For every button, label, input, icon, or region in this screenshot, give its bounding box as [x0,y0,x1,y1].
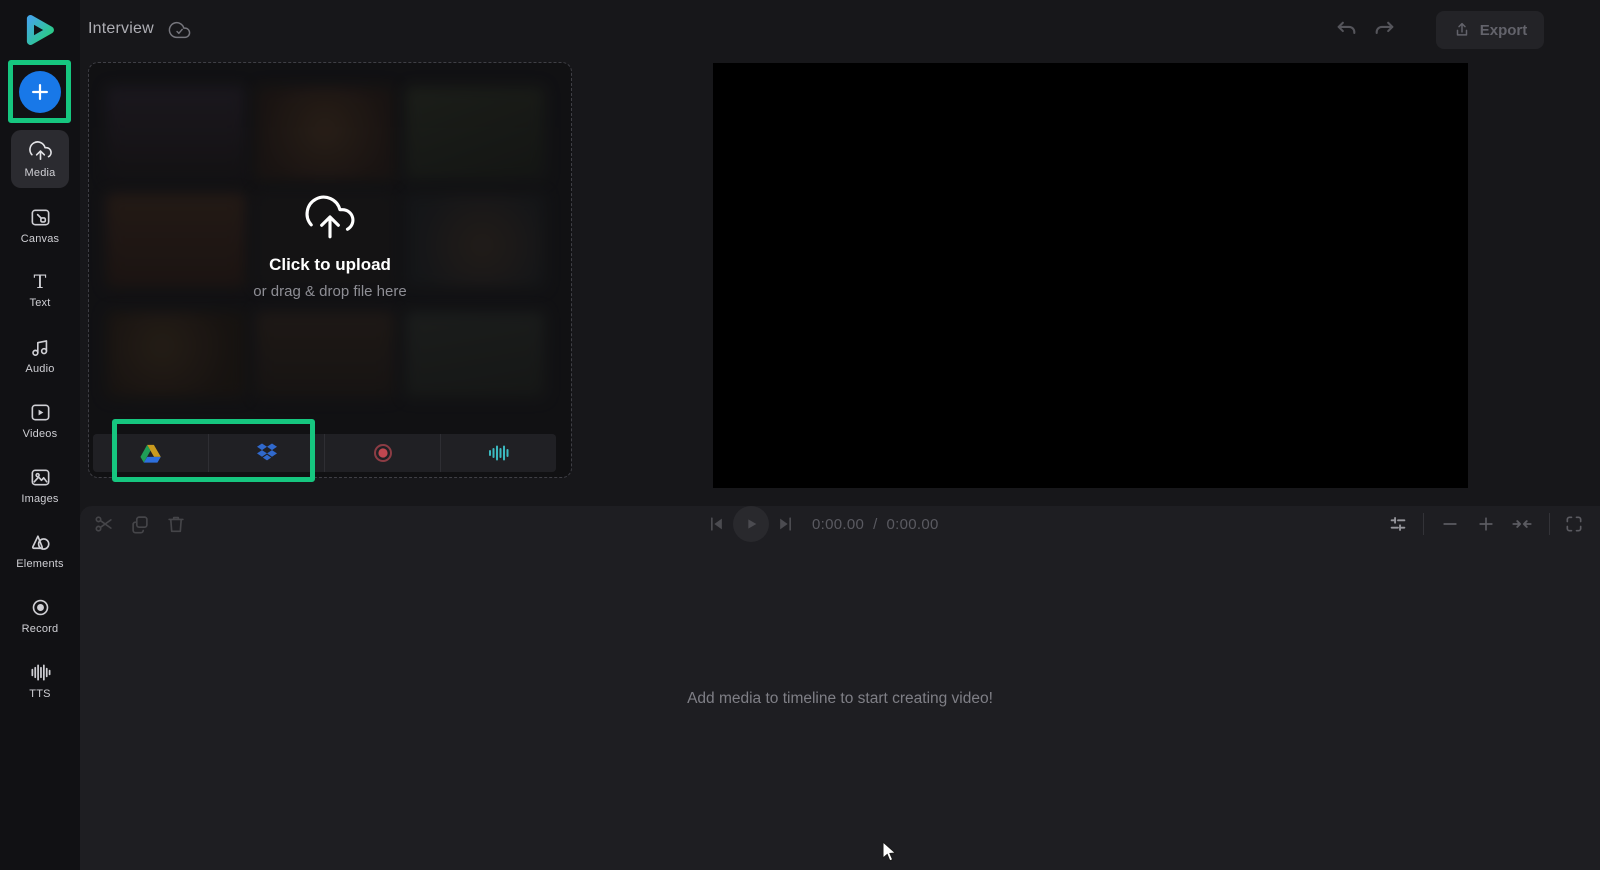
upload-icon [1456,22,1467,36]
split-scissors-icon [95,516,112,532]
video-icon [31,403,49,421]
shapes-icon [31,534,50,550]
trash-icon [168,516,184,533]
current-time: 0:00.00 [812,515,865,533]
zoom-in-icon [1479,517,1493,531]
image-icon [31,468,49,486]
google-drive-icon [140,444,161,463]
zoom-out-button[interactable] [1440,514,1460,534]
upload-title: Click to upload [269,255,391,274]
sidebar: Media Canvas T Text Audio Videos Images … [0,0,80,870]
app-logo-play-icon[interactable] [20,11,58,49]
timeline-settings-button[interactable] [1387,513,1409,535]
sidebar-item-audio[interactable]: Audio [0,326,80,384]
sidebar-item-label: Canvas [20,232,60,245]
divider [1549,513,1550,535]
sidebar-item-elements[interactable]: Elements [0,521,80,579]
sidebar-item-label: Videos [22,427,58,440]
sidebar-item-canvas[interactable]: Canvas [0,196,80,254]
google-drive-button[interactable] [93,434,208,472]
sidebar-item-label: Text [29,297,51,309]
sidebar-item-text[interactable]: T Text [0,261,80,319]
sidebar-item-videos[interactable]: Videos [0,391,80,449]
sidebar-item-label: Media [24,166,56,179]
skip-to-end-button[interactable] [776,514,796,534]
skip-to-end-icon [780,517,791,531]
upload-prompt: Click to upload or drag & drop file here [89,193,571,300]
plus-icon [31,83,48,100]
timeline-toolbar: 0:00.00 / 0:00.00 [80,506,1600,542]
record-icon [373,444,392,462]
redo-icon [1375,21,1394,34]
total-duration: 0:00.00 [886,515,939,533]
record-icon [32,599,48,615]
zoom-in-button[interactable] [1476,514,1496,534]
sidebar-item-label: TTS [29,687,51,700]
delete-button[interactable] [165,513,187,535]
timeline-zoom-controls [1387,506,1584,542]
undo-icon [1337,21,1356,34]
duplicate-button[interactable] [129,513,151,535]
sidebar-item-label: Images [21,492,59,505]
fullscreen-button[interactable] [1564,514,1584,534]
sidebar-item-tts[interactable]: TTS [0,651,80,709]
play-icon [748,519,757,529]
music-note-icon [31,339,47,356]
cloud-check-icon [168,21,191,39]
project-title[interactable]: Interview [88,20,154,38]
undo-button[interactable] [1334,17,1359,42]
cloud-upload-icon [305,195,355,239]
play-button[interactable] [733,506,769,542]
dropbox-icon [256,443,277,461]
transport-controls: 0:00.00 / 0:00.00 [706,506,939,542]
top-bar: Interview Export [80,0,1600,60]
dropbox-button[interactable] [208,434,324,472]
sidebar-item-media[interactable]: Media [11,130,69,188]
split-button[interactable] [93,513,115,535]
redo-button[interactable] [1372,17,1397,42]
video-preview-canvas [713,63,1468,488]
text-icon: T [33,271,47,293]
timeline-panel: 0:00.00 / 0:00.00 Add media to timeline … [80,506,1600,870]
waveform-icon [30,663,50,681]
fit-to-screen-button[interactable] [1511,513,1533,535]
fullscreen-icon [1566,516,1582,532]
text-to-speech-button[interactable] [440,434,556,472]
export-button[interactable]: Export [1436,11,1544,49]
duplicate-icon [132,516,148,534]
media-upload-panel[interactable]: Click to upload or drag & drop file here [88,62,572,478]
sidebar-item-images[interactable]: Images [0,456,80,514]
mouse-cursor [882,841,897,862]
record-camera-button[interactable] [324,434,440,472]
divider [1423,513,1424,535]
add-media-highlight-box [8,60,71,123]
skip-to-start-icon [711,517,722,531]
time-display: 0:00.00 / 0:00.00 [812,516,939,533]
sidebar-item-label: Elements [16,557,64,570]
fit-to-screen-icon [1512,520,1532,528]
skip-to-start-button[interactable] [706,514,726,534]
timeline-empty-message: Add media to timeline to start creating … [687,690,993,707]
zoom-out-icon [1443,523,1457,525]
text-to-speech-icon [488,445,508,461]
time-separator: / [864,515,887,533]
sidebar-item-record[interactable]: Record [0,586,80,644]
add-media-button[interactable] [18,70,61,113]
sidebar-item-label: Audio [25,362,55,375]
timeline-settings-icon [1390,517,1406,531]
upload-subtitle: or drag & drop file here [253,283,407,300]
canvas-icon [31,208,49,226]
integration-bar [93,434,556,472]
sidebar-item-label: Record [21,622,59,635]
export-button-label: Export [1479,21,1528,39]
cloud-upload-icon [28,140,52,160]
video-editor-app: Media Canvas T Text Audio Videos Images … [0,0,1600,870]
